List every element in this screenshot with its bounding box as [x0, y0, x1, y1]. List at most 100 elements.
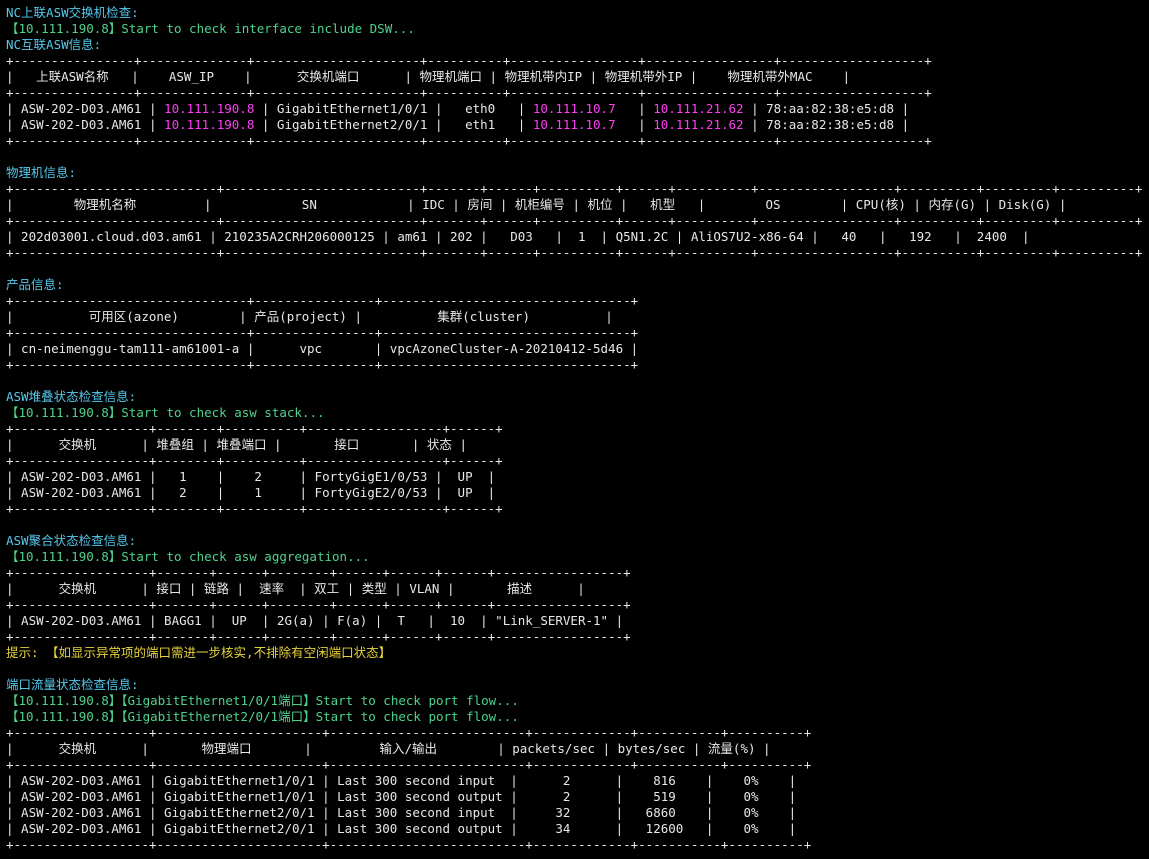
terminal-text-segment: ASW聚合状态检查信息: — [6, 533, 137, 548]
terminal-line-47: | 交换机 | 物理端口 | 输入/输出 | packets/sec | byt… — [6, 741, 1149, 757]
terminal-line-14: +---------------------------+-----------… — [6, 213, 1149, 229]
terminal-text-segment: 端口流量状态检查信息: — [6, 677, 139, 692]
terminal-line-48: +------------------+--------------------… — [6, 757, 1149, 773]
terminal-text-segment: 物理机信息: — [6, 165, 77, 180]
terminal-line-52: | ASW-202-D03.AM61 | GigabitEthernet2/0/… — [6, 821, 1149, 837]
terminal-text-segment: 10.111.21.62 — [653, 117, 744, 132]
terminal-line-50: | ASW-202-D03.AM61 | GigabitEthernet1/0/… — [6, 789, 1149, 805]
terminal-text-segment: | ASW-202-D03.AM61 | GigabitEthernet2/0/… — [6, 805, 797, 820]
terminal-line-08: | ASW-202-D03.AM61 | 10.111.190.8 | Giga… — [6, 117, 1149, 133]
terminal-line-46: +------------------+--------------------… — [6, 725, 1149, 741]
terminal-line-09: +----------------+--------------+-------… — [6, 133, 1149, 149]
terminal-line-29: +------------------+--------+----------+… — [6, 453, 1149, 469]
terminal-text-segment: | 78:aa:82:38:e5:d8 | — [743, 101, 910, 116]
terminal-line-41: 提示: 【如显示异常项的端口需进一步核实,不排除有空闲端口状态】 — [6, 645, 1149, 661]
terminal-text-segment: | ASW-202-D03.AM61 | — [6, 117, 165, 132]
terminal-text-segment: +---------------------------+-----------… — [6, 245, 1143, 260]
terminal-line-49: | ASW-202-D03.AM61 | GigabitEthernet1/0/… — [6, 773, 1149, 789]
terminal-line-45: 【10.111.190.8】【GigabitEthernet2/0/1端口】St… — [6, 709, 1149, 725]
terminal-text-segment: 10.111.21.62 — [653, 101, 744, 116]
terminal-line-07: | ASW-202-D03.AM61 | 10.111.190.8 | Giga… — [6, 101, 1149, 117]
terminal-line-33 — [6, 517, 1149, 533]
terminal-text-segment: | 交换机 | 接口 | 链路 | 速率 | 双工 | 类型 | VLAN | … — [6, 581, 585, 596]
terminal-line-06: +----------------+--------------+-------… — [6, 85, 1149, 101]
terminal-line-36: +------------------+-------+------+-----… — [6, 565, 1149, 581]
terminal-text-segment: 【10.111.190.8】Start to check asw aggrega… — [6, 549, 370, 564]
terminal-text-segment: +----------------+--------------+-------… — [6, 133, 932, 148]
terminal-line-18: 产品信息: — [6, 277, 1149, 293]
terminal-text-segment: +------------------+--------------------… — [6, 725, 812, 740]
terminal-line-35: 【10.111.190.8】Start to check asw aggrega… — [6, 549, 1149, 565]
terminal-text-segment: 【10.111.190.8】Start to check asw stack..… — [6, 405, 325, 420]
terminal-text-segment: | 78:aa:82:38:e5:d8 | — [743, 117, 910, 132]
terminal-line-12: +---------------------------+-----------… — [6, 181, 1149, 197]
terminal-text-segment: | ASW-202-D03.AM61 | BAGG1 | UP | 2G(a) … — [6, 613, 624, 628]
terminal-line-51: | ASW-202-D03.AM61 | GigabitEthernet2/0/… — [6, 805, 1149, 821]
terminal-text-segment: +-------------------------------+-------… — [6, 293, 639, 308]
terminal-text-segment: +------------------+--------------------… — [6, 757, 812, 772]
terminal-text-segment: | 202d03001.cloud.d03.am61 | 210235A2CRH… — [6, 229, 1030, 244]
terminal-line-02: 【10.111.190.8】Start to check interface i… — [6, 21, 1149, 37]
terminal-text-segment: | ASW-202-D03.AM61 | GigabitEthernet1/0/… — [6, 789, 797, 804]
terminal-line-24 — [6, 373, 1149, 389]
terminal-line-31: | ASW-202-D03.AM61 | 2 | 1 | FortyGigE2/… — [6, 485, 1149, 501]
terminal-text-segment: 【10.111.190.8】【GigabitEthernet1/0/1端口】St… — [6, 693, 519, 708]
terminal-text-segment: 10.111.10.7 — [532, 117, 616, 132]
terminal-line-40: +------------------+-------+------+-----… — [6, 629, 1149, 645]
terminal-line-23: +-------------------------------+-------… — [6, 357, 1149, 373]
terminal-text-segment: | — [615, 117, 654, 132]
terminal-text-segment: | ASW-202-D03.AM61 | 2 | 1 | FortyGigE2/… — [6, 485, 496, 500]
terminal-line-32: +------------------+--------+----------+… — [6, 501, 1149, 517]
terminal-text-segment: ASW堆叠状态检查信息: — [6, 389, 137, 404]
terminal-line-44: 【10.111.190.8】【GigabitEthernet1/0/1端口】St… — [6, 693, 1149, 709]
terminal-text-segment: | 上联ASW名称 | ASW_IP | 交换机端口 | 物理机端口 | 物理机… — [6, 69, 851, 84]
terminal-line-28: | 交换机 | 堆叠组 | 堆叠端口 | 接口 | 状态 | — [6, 437, 1149, 453]
terminal-text-segment: +---------------------------+-----------… — [6, 181, 1143, 196]
terminal-text-segment: +------------------+--------------------… — [6, 837, 812, 852]
terminal-text-segment: 产品信息: — [6, 277, 64, 292]
terminal-text-segment: | 交换机 | 堆叠组 | 堆叠端口 | 接口 | 状态 | — [6, 437, 467, 452]
terminal-line-53: +------------------+--------------------… — [6, 837, 1149, 853]
terminal-line-25: ASW堆叠状态检查信息: — [6, 389, 1149, 405]
terminal-text-segment: +------------------+--------+----------+… — [6, 501, 503, 516]
terminal-line-05: | 上联ASW名称 | ASW_IP | 交换机端口 | 物理机端口 | 物理机… — [6, 69, 1149, 85]
terminal-text-segment: +---------------------------+-----------… — [6, 213, 1143, 228]
terminal-text-segment: 提示: 【如显示异常项的端口需进一步核实,不排除有空闲端口状态】 — [6, 645, 392, 660]
terminal-line-20: | 可用区(azone) | 产品(project) | 集群(cluster)… — [6, 309, 1149, 325]
terminal-line-17 — [6, 261, 1149, 277]
terminal-line-04: +----------------+--------------+-------… — [6, 53, 1149, 69]
terminal-text-segment: +----------------+--------------+-------… — [6, 85, 932, 100]
terminal-text-segment: | ASW-202-D03.AM61 | — [6, 101, 165, 116]
terminal-line-15: | 202d03001.cloud.d03.am61 | 210235A2CRH… — [6, 229, 1149, 245]
terminal-line-42 — [6, 661, 1149, 677]
terminal-text-segment: +----------------+--------------+-------… — [6, 53, 932, 68]
terminal-text-segment: | GigabitEthernet1/0/1 | eth0 | — [254, 101, 533, 116]
terminal-text-segment: NC互联ASW信息: — [6, 37, 102, 52]
terminal-text-segment: | 可用区(azone) | 产品(project) | 集群(cluster)… — [6, 309, 613, 324]
terminal-line-03: NC互联ASW信息: — [6, 37, 1149, 53]
terminal-text-segment: +-------------------------------+-------… — [6, 357, 639, 372]
terminal-text-segment: NC上联ASW交换机检查: — [6, 5, 139, 20]
terminal-line-43: 端口流量状态检查信息: — [6, 677, 1149, 693]
terminal-text-segment: | ASW-202-D03.AM61 | GigabitEthernet1/0/… — [6, 773, 797, 788]
terminal-line-10 — [6, 149, 1149, 165]
terminal-text-segment: +-------------------------------+-------… — [6, 325, 639, 340]
terminal-line-19: +-------------------------------+-------… — [6, 293, 1149, 309]
terminal-line-34: ASW聚合状态检查信息: — [6, 533, 1149, 549]
terminal-line-30: | ASW-202-D03.AM61 | 1 | 2 | FortyGigE1/… — [6, 469, 1149, 485]
terminal-text-segment: 10.111.190.8 — [164, 101, 255, 116]
terminal-text-segment: +------------------+--------+----------+… — [6, 421, 503, 436]
terminal-line-22: | cn-neimenggu-tam111-am61001-a | vpc | … — [6, 341, 1149, 357]
terminal-text-segment: +------------------+-------+------+-----… — [6, 597, 631, 612]
terminal-text-segment: 10.111.10.7 — [532, 101, 616, 116]
terminal-line-16: +---------------------------+-----------… — [6, 245, 1149, 261]
terminal-line-39: | ASW-202-D03.AM61 | BAGG1 | UP | 2G(a) … — [6, 613, 1149, 629]
terminal-line-01: NC上联ASW交换机检查: — [6, 5, 1149, 21]
terminal-text-segment: | 物理机名称 | SN | IDC | 房间 | 机柜编号 | 机位 | 机型… — [6, 197, 1067, 212]
terminal-window[interactable]: NC上联ASW交换机检查: 【10.111.190.8】Start to chec… — [0, 0, 1149, 859]
terminal-text-segment: | ASW-202-D03.AM61 | GigabitEthernet2/0/… — [6, 821, 797, 836]
terminal-line-38: +------------------+-------+------+-----… — [6, 597, 1149, 613]
terminal-line-13: | 物理机名称 | SN | IDC | 房间 | 机柜编号 | 机位 | 机型… — [6, 197, 1149, 213]
terminal-text-segment: +------------------+-------+------+-----… — [6, 565, 631, 580]
terminal-text-segment: | 交换机 | 物理端口 | 输入/输出 | packets/sec | byt… — [6, 741, 771, 756]
